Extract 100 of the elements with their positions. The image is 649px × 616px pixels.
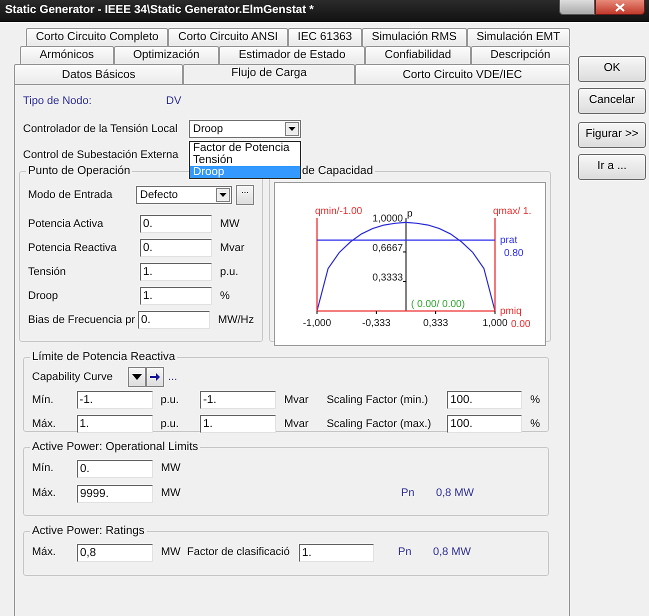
value-field[interactable]: 0,8 [77,544,153,562]
value-field[interactable]: -1. [200,391,276,409]
field-label: Mín. [32,461,54,476]
tab[interactable]: Corto Circuito Completo [26,28,168,46]
unit-label: % [220,288,230,304]
field-label: Máx. [32,486,57,502]
dialog-button[interactable]: OK [578,56,646,82]
value-field[interactable]: 1. [76,415,152,433]
tick-label: 0,333 [423,318,448,329]
pn-label: Pn [398,545,412,560]
group-title: Punto de Operación [27,164,132,178]
unit-label: MW [161,486,182,502]
close-button[interactable] [595,0,645,15]
value-field[interactable]: 100. [447,415,522,433]
field-label: Modo de Entrada [28,188,114,203]
unit-label: p.u. [160,392,180,408]
field-label: Máx. [32,416,57,432]
field-label: Máx. [32,545,57,560]
unit-label: MW/Hz [218,312,254,328]
axis-title: p [407,208,413,220]
unit-label: p.u. [160,416,180,432]
value-field[interactable]: -1. [76,391,152,409]
dialog-button[interactable]: Ir a ... [578,154,646,180]
field-label: Potencia Activa [28,216,104,232]
limit-label: qmin/-1.00 [315,206,362,217]
field-label: Droop [28,288,59,304]
caret-icon [285,122,299,136]
value-field[interactable]: 0. [140,239,212,257]
voltage-controller-dropdown[interactable]: Droop [189,120,301,138]
maximize-button[interactable] [559,0,595,15]
value-field[interactable]: 1. [140,287,212,305]
pn-label: Pn [401,486,416,502]
unit-label: p.u. [220,264,238,280]
value-field[interactable]: 1. [299,544,374,562]
tick-label: 1,0000 [372,213,403,224]
tab[interactable]: Flujo de Carga [183,64,355,84]
tab[interactable]: Armónicos [20,46,114,64]
caret-icon [216,188,230,202]
reference-label: prat [500,235,518,246]
field-label: Scaling Factor (min.) [326,392,430,408]
tab[interactable]: Datos Básicos [14,64,184,84]
group-title: Límite de Potencia Reactiva [31,350,176,364]
group-title: de Capacidad [301,164,374,178]
tab[interactable]: Descripción [470,46,570,64]
dialog-button[interactable]: Figurar >> [578,122,646,148]
select-button[interactable] [128,367,146,387]
limit-label: qmax/ 1. [493,206,532,217]
field-label: Scaling Factor (max.) [326,416,432,432]
chart-annotation: pmiq [500,306,522,317]
tick-label: 1,000 [482,318,508,329]
tab[interactable]: Corto Circuito ANSI [168,28,288,46]
jump-button[interactable] [146,367,164,387]
unit-label: Mvar [284,416,310,432]
chart-annotation: 0.00 [511,319,530,330]
field-label: Tensión [28,264,67,280]
chart-annotation: ( 0.00/ 0.00) [411,299,465,310]
window-title: Static Generator - IEEE 34\Static Generator.ElmGenstat * [5,3,315,18]
unit-label: MW [220,216,240,232]
value-field[interactable]: 0. [138,311,210,329]
arrow-icon [150,373,160,381]
tick-label: -1,000 [302,318,332,329]
unit-label: MW [161,461,182,476]
value-field[interactable]: 1. [200,415,276,433]
dropdown-option[interactable]: Tensión [190,154,300,166]
browse-button[interactable]: ... [236,185,254,205]
tick-label: 0,6667 [372,242,403,254]
value-field[interactable]: 0. [140,215,212,233]
node-type-value: DV [166,94,182,109]
field-label: Factor de clasificació [187,545,291,560]
value-field[interactable]: 100. [447,391,522,409]
tab[interactable]: Optimización [114,46,220,64]
unit-label: % [530,416,540,432]
group-title: Active Power: Ratings [31,524,146,538]
chart-annotation: 0.80 [504,248,524,260]
unit-label: % [530,392,540,408]
tab[interactable]: Corto Circuito VDE/IEC [354,64,570,84]
value-field[interactable]: 9999. [77,484,153,502]
pn-value: 0,8 MW [436,486,474,502]
close-icon [615,2,625,12]
value-field[interactable]: 1. [140,263,212,281]
tab[interactable]: Confiabilidad [365,46,471,64]
input-mode-dropdown[interactable]: Defecto [136,186,232,204]
dropdown-option[interactable]: Factor de Potencia [190,142,300,154]
tick-label: -0,333 [362,318,391,329]
group-title: Active Power: Operational Limits [31,440,200,454]
tab[interactable]: Estimador de Estado [219,46,366,64]
unit-label: Mvar [284,392,310,408]
dialog-button[interactable]: Cancelar [578,88,646,114]
node-type-label: Tipo de Nodo: [23,94,93,109]
field-label: Control de Subestación Externa [23,148,178,163]
field-label: Potencia Reactiva [28,240,118,256]
value-field[interactable]: 0. [77,460,153,478]
unit-label: Mvar [220,240,244,256]
tab[interactable]: Simulación EMT [466,28,570,46]
unit-label: MW [161,545,182,560]
tab[interactable]: Simulación RMS [362,28,467,46]
field-label: Controlador de la Tensión Local [23,122,179,137]
more-link[interactable]: ... [168,368,178,386]
field-label: Capability Curve [32,370,114,385]
tab[interactable]: IEC 61363 [288,28,362,46]
